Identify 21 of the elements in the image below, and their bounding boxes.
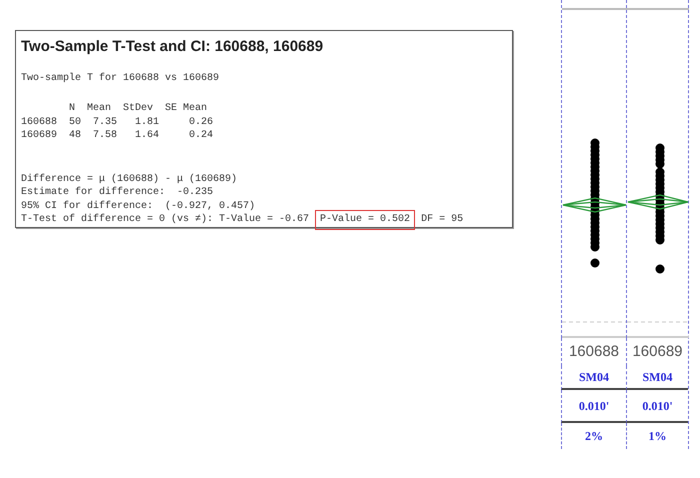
group-label: SM04 (579, 369, 609, 386)
percent-label: 1% (648, 428, 666, 445)
output-line: Estimate for difference: -0.235 (21, 186, 214, 200)
group-label: SM04 (642, 369, 672, 386)
mean-diamond (627, 194, 689, 210)
output-line: 160689 48 7.58 1.64 0.24 (21, 129, 214, 142)
output-line: 95% CI for difference: (-0.927, 0.457) (21, 200, 256, 213)
output-line: DF = 95 (421, 213, 464, 226)
output-line: 160688 50 7.35 1.81 0.26 (21, 116, 214, 129)
value-label: 0.010' (642, 398, 673, 414)
value-label: 0.010' (578, 398, 610, 414)
output-line: Two-sample T for 160688 vs 160689 (21, 72, 220, 85)
output-line: N Mean StDev SE Mean (68, 102, 208, 116)
column-label: 160688 (568, 342, 620, 362)
highlighted-p-value: P-Value = 0.502 (315, 210, 416, 230)
percent-label: 2% (585, 428, 603, 445)
output-title: Two-Sample T-Test and CI: 160688, 160689 (21, 37, 324, 57)
output-line: Difference = μ (160688) - μ (160689) (21, 172, 238, 186)
mean-diamond (562, 197, 627, 213)
column-label: 160689 (632, 342, 683, 362)
output-line: T-Test of difference = 0 (vs ≠): T-Value = -0.67 (21, 213, 310, 226)
